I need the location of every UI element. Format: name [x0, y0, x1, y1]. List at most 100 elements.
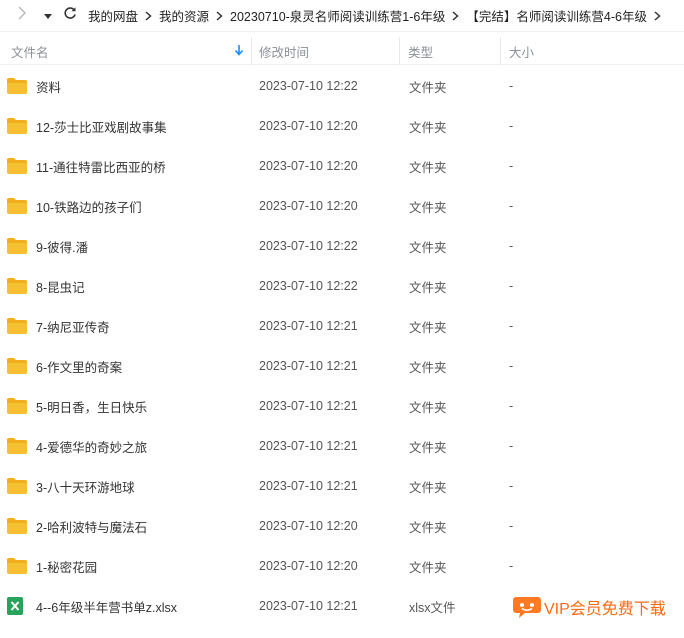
file-modified-time: 2023-07-10 12:21	[259, 439, 358, 453]
table-row[interactable]: 6-作文里的奇案 2023-07-10 12:21 文件夹 -	[0, 346, 684, 386]
table-row[interactable]: 1-秘密花园 2023-07-10 12:20 文件夹 -	[0, 546, 684, 586]
column-header-time[interactable]: 修改时间	[252, 37, 400, 65]
folder-icon	[6, 386, 28, 426]
file-type: 文件夹	[409, 360, 447, 375]
folder-icon	[6, 146, 28, 186]
file-list-header: 文件名 修改时间 类型 大小	[0, 37, 684, 65]
table-row[interactable]: 12-莎士比亚戏剧故事集 2023-07-10 12:20 文件夹 -	[0, 106, 684, 146]
table-row[interactable]: 5-明日香，生日快乐 2023-07-10 12:21 文件夹 -	[0, 386, 684, 426]
table-row[interactable]: 8-昆虫记 2023-07-10 12:22 文件夹 -	[0, 266, 684, 306]
back-button[interactable]	[12, 0, 32, 31]
file-name[interactable]: 9-彼得.潘	[36, 226, 88, 266]
history-dropdown-button[interactable]	[42, 0, 54, 31]
table-row[interactable]: 7-纳尼亚传奇 2023-07-10 12:21 文件夹 -	[0, 306, 684, 346]
breadcrumb-item[interactable]: 我的网盘	[88, 6, 138, 25]
file-modified-time: 2023-07-10 12:20	[259, 199, 358, 213]
file-type: 文件夹	[409, 320, 447, 335]
file-modified-time: 2023-07-10 12:21	[259, 599, 358, 613]
file-type: xlsx文件	[409, 600, 456, 615]
file-size: -	[509, 559, 514, 573]
table-row[interactable]: 11-通往特雷比西亚的桥 2023-07-10 12:20 文件夹 -	[0, 146, 684, 186]
file-size: -	[509, 119, 514, 133]
file-type: 文件夹	[409, 240, 447, 255]
file-size: -	[509, 199, 514, 213]
column-header-label: 类型	[408, 45, 434, 60]
table-row[interactable]: 4-爱德华的奇妙之旅 2023-07-10 12:21 文件夹 -	[0, 426, 684, 466]
folder-icon	[6, 186, 28, 226]
file-size: -	[509, 479, 514, 493]
folder-icon	[6, 346, 28, 386]
table-row[interactable]: 3-八十天环游地球 2023-07-10 12:21 文件夹 -	[0, 466, 684, 506]
chevron-right-icon[interactable]	[654, 10, 661, 21]
file-type: 文件夹	[409, 400, 447, 415]
file-modified-time: 2023-07-10 12:22	[259, 279, 358, 293]
breadcrumb-item[interactable]: 20230710-泉灵名师阅读训练营1-6年级	[230, 6, 445, 25]
chevron-right-icon	[17, 6, 27, 25]
file-modified-time: 2023-07-10 12:21	[259, 479, 358, 493]
folder-icon	[6, 66, 28, 106]
file-modified-time: 2023-07-10 12:20	[259, 519, 358, 533]
sort-descending-icon[interactable]	[234, 44, 244, 59]
chat-bubble-icon	[512, 595, 542, 619]
file-name[interactable]: 资料	[36, 66, 61, 106]
folder-icon	[6, 426, 28, 466]
refresh-button[interactable]	[60, 0, 80, 31]
file-type: 文件夹	[409, 280, 447, 295]
file-type: 文件夹	[409, 160, 447, 175]
file-modified-time: 2023-07-10 12:22	[259, 239, 358, 253]
file-modified-time: 2023-07-10 12:21	[259, 399, 358, 413]
folder-icon	[6, 106, 28, 146]
column-header-size[interactable]: 大小	[501, 37, 684, 65]
refresh-icon	[63, 6, 77, 25]
file-modified-time: 2023-07-10 12:22	[259, 79, 358, 93]
folder-icon	[6, 466, 28, 506]
table-row[interactable]: 2-哈利波特与魔法石 2023-07-10 12:20 文件夹 -	[0, 506, 684, 546]
file-name[interactable]: 8-昆虫记	[36, 266, 85, 306]
file-type: 文件夹	[409, 80, 447, 95]
chevron-right-icon	[145, 10, 152, 21]
file-size: -	[509, 239, 514, 253]
file-name[interactable]: 11-通往特雷比西亚的桥	[36, 146, 166, 186]
table-row[interactable]: 9-彼得.潘 2023-07-10 12:22 文件夹 -	[0, 226, 684, 266]
file-size: -	[509, 159, 514, 173]
file-name[interactable]: 6-作文里的奇案	[36, 346, 122, 386]
chevron-right-icon	[452, 10, 460, 21]
column-header-label: 大小	[509, 45, 535, 60]
caret-down-icon	[44, 7, 52, 25]
table-row[interactable]: 资料 2023-07-10 12:22 文件夹 -	[0, 66, 684, 106]
file-name[interactable]: 1-秘密花园	[36, 546, 97, 586]
breadcrumb-item[interactable]: 我的资源	[159, 6, 209, 25]
column-header-label: 修改时间	[259, 45, 310, 60]
file-name[interactable]: 7-纳尼亚传奇	[36, 306, 110, 346]
excel-file-icon	[6, 586, 28, 626]
file-modified-time: 2023-07-10 12:20	[259, 559, 358, 573]
file-name[interactable]: 3-八十天环游地球	[36, 466, 135, 506]
file-list: 资料 2023-07-10 12:22 文件夹 - 12-莎士比亚戏剧故事集 2023-0…	[0, 66, 684, 626]
folder-icon	[6, 306, 28, 346]
file-name[interactable]: 4--6年级半年营书单z.xlsx	[36, 586, 177, 626]
file-size: -	[509, 319, 514, 333]
file-type: 文件夹	[409, 560, 447, 575]
vip-download-label: VIP会员免费下载	[544, 601, 666, 618]
file-name[interactable]: 2-哈利波特与魔法石	[36, 506, 147, 546]
file-modified-time: 2023-07-10 12:20	[259, 119, 358, 133]
file-type: 文件夹	[409, 440, 447, 455]
file-size: -	[509, 79, 514, 93]
folder-icon	[6, 546, 28, 586]
folder-icon	[6, 226, 28, 266]
vip-download-badge[interactable]: VIP会员免费下载	[512, 594, 666, 620]
breadcrumb-item-current[interactable]: 【完结】名师阅读训练营4-6年级	[466, 6, 647, 25]
file-name[interactable]: 12-莎士比亚戏剧故事集	[36, 106, 167, 146]
file-name[interactable]: 4-爱德华的奇妙之旅	[36, 426, 147, 466]
toolbar: 我的网盘 我的资源 20230710-泉灵名师阅读训练营1-6年级 【完结】名师…	[0, 0, 684, 32]
file-name[interactable]: 10-铁路边的孩子们	[36, 186, 142, 226]
file-type: 文件夹	[409, 120, 447, 135]
file-type: 文件夹	[409, 520, 447, 535]
column-header-name[interactable]: 文件名	[0, 37, 252, 65]
file-size: -	[509, 519, 514, 533]
file-name[interactable]: 5-明日香，生日快乐	[36, 386, 147, 426]
file-size: -	[509, 279, 514, 293]
table-row[interactable]: 10-铁路边的孩子们 2023-07-10 12:20 文件夹 -	[0, 186, 684, 226]
chevron-right-icon	[216, 10, 223, 21]
column-header-type[interactable]: 类型	[400, 37, 501, 65]
